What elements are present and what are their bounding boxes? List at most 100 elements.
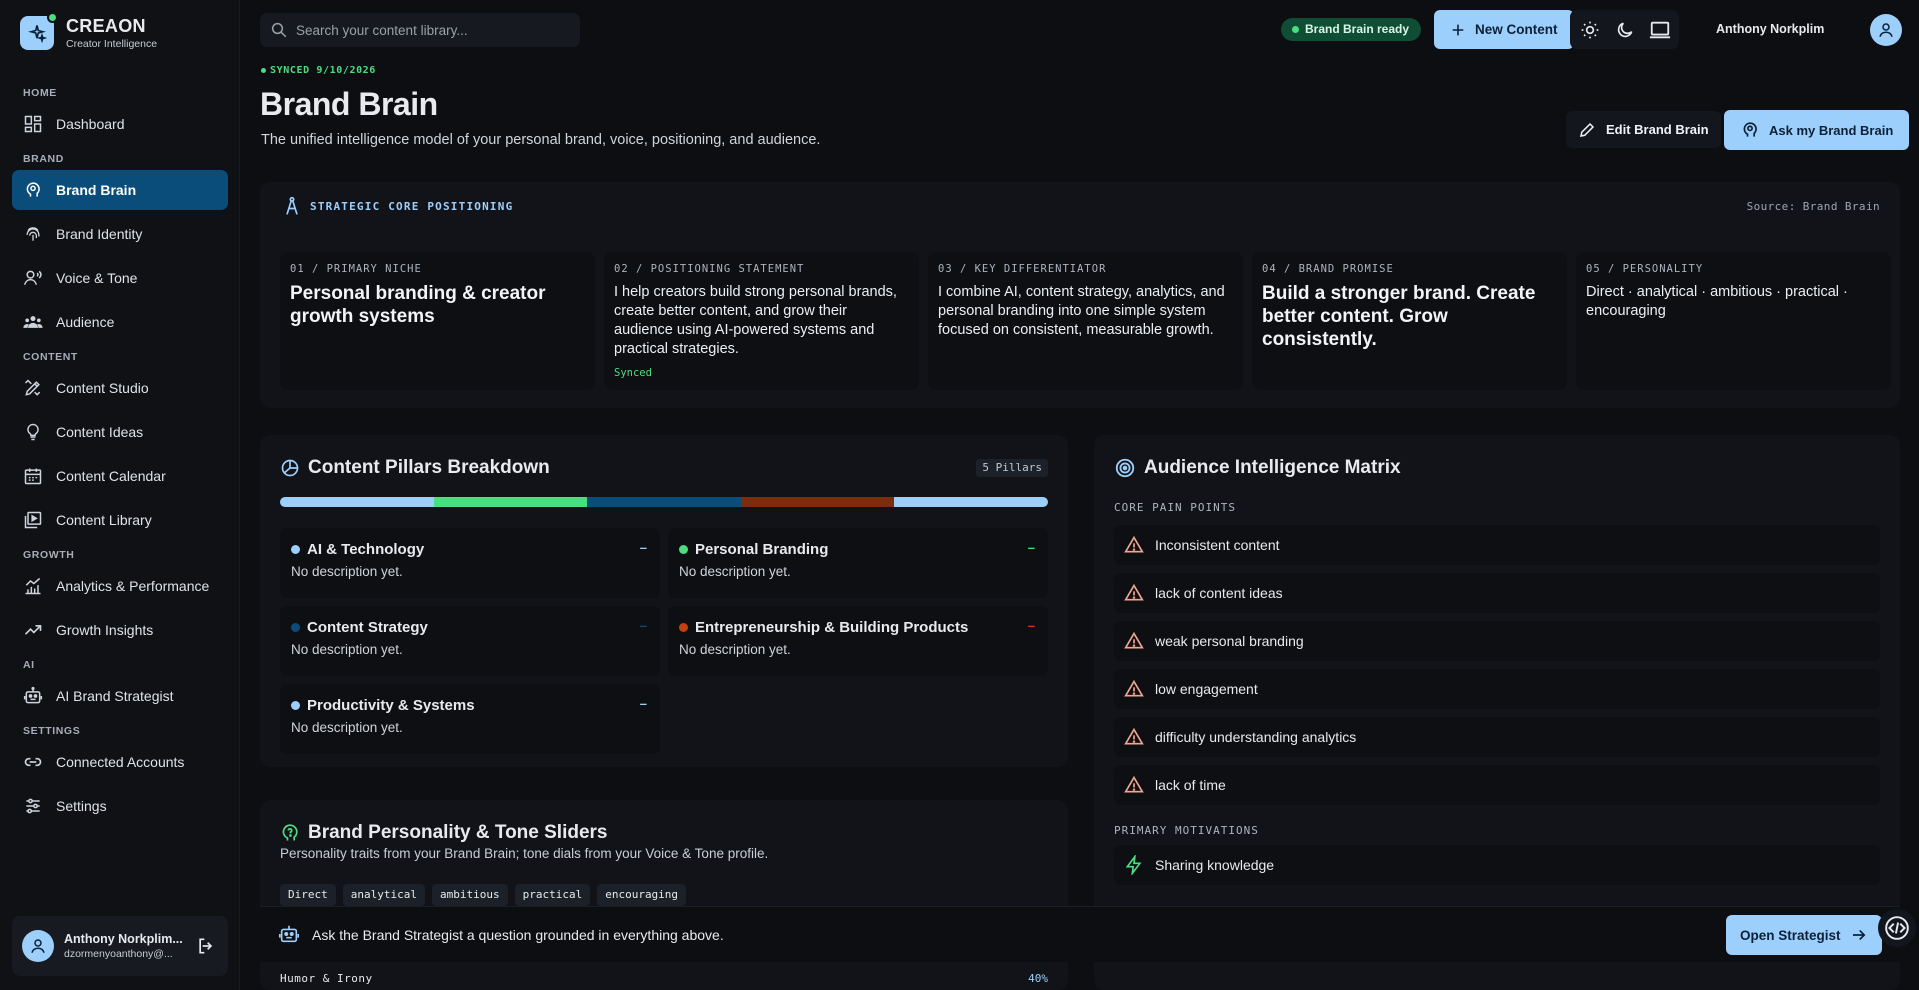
sidebar-item-label: Content Library (56, 512, 152, 528)
sidebar-item-audience[interactable]: Audience (12, 302, 228, 342)
pillar-color-dot (679, 623, 688, 632)
open-strategist-button[interactable]: Open Strategist (1726, 915, 1882, 955)
pillar-card[interactable]: Personal Branding No description yet. – (668, 528, 1048, 598)
sidebar-item-analytics[interactable]: Analytics & Performance (12, 566, 228, 606)
page-title: Brand Brain (260, 86, 438, 122)
video-library-icon (24, 511, 42, 529)
positioning-card-label: 02 / POSITIONING STATEMENT (614, 263, 805, 275)
sidebar-item-content-library[interactable]: Content Library (12, 500, 228, 540)
personality-chip: encouraging (597, 884, 687, 906)
pillar-card[interactable]: Entrepreneurship & Building Products No … (668, 606, 1048, 676)
motivations-label: PRIMARY MOTIVATIONS (1114, 824, 1259, 837)
warning-icon (1124, 583, 1144, 601)
personality-chip: analytical (342, 884, 425, 906)
warning-icon (1124, 631, 1144, 649)
positioning-header: STRATEGIC CORE POSITIONING (284, 196, 513, 216)
warning-icon (1124, 535, 1144, 553)
positioning-synced-status: Synced (614, 367, 652, 379)
sidebar-user-card[interactable]: Anthony Norkplim... dzormenyoanthony@... (12, 916, 228, 976)
app-name: CREAON (66, 16, 146, 36)
pillar-card[interactable]: Content Strategy No description yet. – (280, 606, 660, 676)
sidebar-item-growth-insights[interactable]: Growth Insights (12, 610, 228, 650)
pillar-segment (894, 497, 1048, 507)
sidebar-item-label: Dashboard (56, 116, 125, 132)
search-box[interactable] (260, 13, 580, 47)
tone-slider-label: Humor & Irony (280, 972, 373, 985)
pen-ruler-icon (24, 379, 41, 396)
dashboard-icon (24, 115, 42, 133)
sidebar-nav: HOME Dashboard BRAND Brand Brain Brand I… (12, 78, 228, 830)
pain-point-item: lack of time (1114, 765, 1880, 805)
pillar-card[interactable]: AI & Technology No description yet. – (280, 528, 660, 598)
positioning-card-value: Personal branding & creator growth syste… (290, 283, 546, 327)
content-pillars-panel: Content Pillars Breakdown 5 Pillars AI &… (260, 435, 1068, 767)
new-content-label: New Content (1475, 22, 1558, 37)
user-icon (1879, 23, 1893, 37)
open-strategist-label: Open Strategist (1740, 927, 1841, 943)
positioning-card-value: Build a stronger brand. Create better co… (1262, 283, 1536, 350)
sidebar-item-content-ideas[interactable]: Content Ideas (12, 412, 228, 452)
sidebar-user-name: Anthony Norkplim... (64, 932, 182, 946)
app-logo[interactable]: CREAON Creator Intelligence (20, 12, 157, 50)
topbar-user-name[interactable]: Anthony Norkplim Dzo... (1716, 22, 1826, 36)
positioning-title: STRATEGIC CORE POSITIONING (310, 199, 514, 213)
topbar: Brand Brain ready New Content Anthony No… (240, 0, 1919, 58)
calendar-icon (24, 468, 42, 485)
pillar-segment (433, 497, 588, 507)
nav-section-settings: SETTINGS (23, 725, 81, 737)
robot-icon (23, 686, 43, 704)
pillar-name: Personal Branding (695, 541, 829, 558)
pillar-color-dot (291, 545, 300, 554)
pillars-distribution-bar (280, 497, 1048, 507)
positioning-card-differentiator: 03 / KEY DIFFERENTIATOR I combine AI, co… (928, 252, 1243, 390)
tone-slider-value: 40% (1028, 972, 1048, 985)
pain-point-item: difficulty understanding analytics (1114, 717, 1880, 757)
light-theme-button[interactable] (1574, 14, 1605, 45)
sidebar-item-content-calendar[interactable]: Content Calendar (12, 456, 228, 496)
sidebar-item-label: AI Brand Strategist (56, 688, 174, 704)
nav-section-home: HOME (23, 87, 57, 99)
robot-icon (279, 925, 299, 943)
nav-section-growth: GROWTH (23, 549, 75, 561)
compass-icon (286, 196, 298, 215)
pillar-share: – (1027, 618, 1035, 633)
sidebar-item-ai-strategist[interactable]: AI Brand Strategist (12, 676, 228, 716)
warning-icon (1124, 775, 1144, 793)
sidebar-item-label: Connected Accounts (56, 754, 185, 770)
pillar-card[interactable]: Productivity & Systems No description ye… (280, 684, 660, 754)
sidebar-item-content-studio[interactable]: Content Studio (12, 368, 228, 408)
nav-section-brand: BRAND (23, 153, 64, 165)
avatar (22, 930, 54, 962)
personality-chips: Direct analytical ambitious practical en… (280, 884, 687, 906)
pillar-description: No description yet. (291, 564, 403, 579)
sidebar-item-voice-tone[interactable]: Voice & Tone (12, 258, 228, 298)
positioning-card-value: Direct · analytical · ambitious · practi… (1586, 284, 1848, 319)
sidebar-item-connected-accounts[interactable]: Connected Accounts (12, 742, 228, 782)
dev-tools-button[interactable] (1878, 909, 1916, 947)
system-theme-button[interactable] (1644, 14, 1675, 45)
pillars-title-text: Content Pillars Breakdown (308, 457, 550, 478)
positioning-cards: 01 / PRIMARY NICHE Personal branding & c… (280, 252, 1900, 390)
sidebar-item-dashboard[interactable]: Dashboard (12, 104, 228, 144)
lightning-icon (1125, 855, 1142, 875)
pillar-share: – (1027, 540, 1035, 555)
dark-theme-button[interactable] (1609, 14, 1640, 45)
new-content-button[interactable]: New Content (1434, 10, 1574, 49)
monitor-icon (1649, 21, 1670, 38)
sidebar-item-settings[interactable]: Settings (12, 786, 228, 826)
sidebar-item-label: Analytics & Performance (56, 578, 210, 594)
positioning-card-label: 05 / PERSONALITY (1586, 263, 1704, 275)
trending-up-icon (24, 625, 42, 635)
topbar-avatar[interactable] (1870, 14, 1902, 46)
sidebar-item-brand-identity[interactable]: Brand Identity (12, 214, 228, 254)
ask-brand-brain-button[interactable]: Ask my Brand Brain (1724, 110, 1910, 150)
logout-icon[interactable] (196, 936, 216, 956)
search-input[interactable] (296, 22, 566, 38)
ask-label: Ask my Brand Brain (1769, 122, 1894, 138)
edit-brand-brain-button[interactable]: Edit Brand Brain (1566, 111, 1721, 148)
pie-chart-icon (281, 459, 299, 477)
positioning-card-personality: 05 / PERSONALITY Direct · analytical · a… (1576, 252, 1891, 390)
motivation-item: Sharing knowledge (1114, 845, 1880, 885)
edit-label: Edit Brand Brain (1606, 122, 1709, 137)
sidebar-item-brand-brain[interactable]: Brand Brain (12, 170, 228, 210)
